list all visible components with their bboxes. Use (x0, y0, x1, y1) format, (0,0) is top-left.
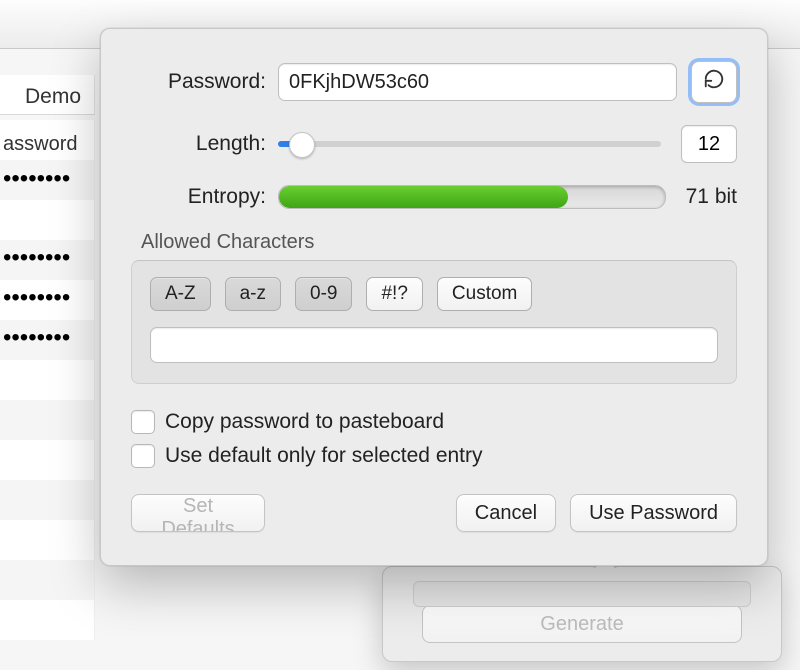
refresh-icon (703, 68, 725, 96)
length-slider[interactable] (278, 141, 661, 147)
length-input[interactable] (681, 125, 737, 163)
copy-to-pasteboard-label[interactable]: Copy password to pasteboard (165, 410, 444, 434)
table-row[interactable]: •••••••• (3, 165, 70, 193)
allowed-characters-label: Allowed Characters (141, 231, 737, 254)
custom-characters-input[interactable] (150, 327, 718, 363)
toggle-lowercase[interactable]: a-z (225, 277, 281, 311)
toggle-uppercase[interactable]: A-Z (150, 277, 211, 311)
toggle-custom[interactable]: Custom (437, 277, 532, 311)
column-header-password: assword (3, 133, 77, 156)
toggle-symbols[interactable]: #!? (366, 277, 422, 311)
use-default-selected-label[interactable]: Use default only for selected entry (165, 444, 483, 468)
use-password-button[interactable]: Use Password (570, 494, 737, 532)
password-label: Password: (131, 70, 278, 94)
set-defaults-button[interactable]: Set Defaults (131, 494, 265, 532)
cancel-button[interactable]: Cancel (456, 494, 556, 532)
generate-button[interactable]: Generate (422, 605, 742, 643)
entropy-meter (278, 185, 666, 209)
regenerate-button[interactable] (691, 61, 737, 103)
toggle-digits[interactable]: 0-9 (295, 277, 352, 311)
entropy-value: 71 bit (686, 185, 737, 209)
entropy-label: Entropy: (131, 185, 278, 209)
table-row[interactable]: •••••••• (3, 324, 70, 352)
length-label: Length: (131, 132, 278, 156)
tab-demo[interactable]: Demo (25, 85, 81, 109)
table-row[interactable]: •••••••• (3, 284, 70, 312)
allowed-characters-group: A-Z a-z 0-9 #!? Custom (131, 260, 737, 384)
use-default-selected-checkbox[interactable] (131, 444, 155, 468)
table-row[interactable]: •••••••• (3, 244, 70, 272)
password-generator-popover: Password: Length: Entropy: (100, 28, 768, 566)
generate-toolbar (413, 581, 751, 607)
password-input[interactable] (278, 63, 677, 101)
copy-to-pasteboard-checkbox[interactable] (131, 410, 155, 434)
generate-popover: Generate (382, 566, 782, 662)
